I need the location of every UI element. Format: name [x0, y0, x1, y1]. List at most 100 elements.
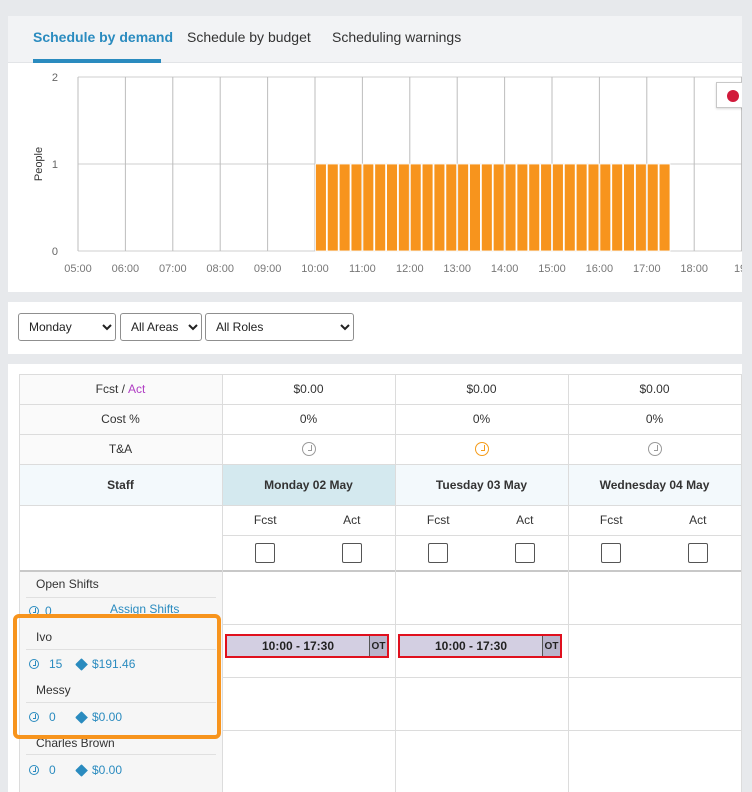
x-tick-label: 17:00 — [633, 263, 661, 275]
x-tick-label: 11:00 — [349, 263, 376, 275]
day-forecast-value: $0.00 — [639, 382, 670, 396]
demand-bar — [398, 163, 410, 252]
day-cost-percent: 0% — [299, 412, 318, 426]
staff-hours: 0 — [49, 710, 56, 724]
demand-bar — [374, 163, 387, 252]
fcst-checkbox[interactable] — [255, 543, 276, 563]
tab-scheduling-warnings[interactable]: Scheduling warnings — [332, 29, 461, 45]
day-cost-percent: 0% — [472, 412, 491, 426]
staff-name[interactable]: Ivo — [36, 630, 52, 644]
y-tick-label: 2 — [52, 72, 58, 84]
y-tick-label: 1 — [52, 159, 58, 171]
x-tick-label: 12:00 — [396, 263, 424, 275]
tab-schedule-by-budget[interactable]: Schedule by budget — [187, 29, 311, 45]
demand-bar — [540, 163, 552, 252]
ta-clock-icon[interactable] — [301, 442, 316, 456]
clock-icon — [29, 765, 39, 775]
staff-cost: $191.46 — [92, 657, 136, 671]
shift-block[interactable]: 10:00 - 17:30 OT — [225, 634, 389, 658]
tab-schedule-by-demand[interactable]: Schedule by demand — [33, 29, 173, 45]
x-tick-label: 15:00 — [538, 263, 566, 275]
x-tick-label: 08:00 — [206, 263, 234, 275]
x-tick-label: 05:00 — [64, 263, 92, 275]
fcst-checkbox[interactable] — [428, 543, 449, 563]
day-ta-status — [395, 434, 568, 464]
x-tick-label: 13:00 — [443, 263, 471, 275]
demand-bar — [492, 163, 505, 252]
x-tick-label: 18:00 — [680, 263, 708, 275]
shift-block[interactable]: 10:00 - 17:30 OT — [398, 634, 562, 658]
overtime-badge: OT — [542, 636, 560, 656]
x-tick-label: 14:00 — [491, 263, 519, 275]
tab-bar: Schedule by demand Schedule by budget Sc… — [8, 16, 742, 63]
demand-bar — [587, 163, 600, 252]
clock-icon — [29, 712, 39, 722]
act-column-label: Act — [689, 513, 707, 527]
demand-bar — [326, 163, 339, 252]
cost-label: Cost % — [101, 412, 140, 426]
demand-bar — [552, 163, 564, 252]
day-ta-status — [222, 434, 395, 464]
x-tick-label: 19: — [734, 263, 742, 275]
act-column-label: Act — [516, 513, 534, 527]
legend-marker — [727, 90, 739, 102]
act-label: Act — [128, 382, 146, 396]
fcst-checkbox[interactable] — [601, 543, 622, 563]
day-select[interactable]: MondayTuesdayWednesdayThursdayFridaySatu… — [18, 313, 116, 341]
x-tick-label: 10:00 — [301, 263, 329, 275]
fcst-label: Fcst / — [95, 382, 125, 396]
demand-bar — [516, 163, 529, 252]
ta-clock-icon[interactable] — [647, 442, 662, 456]
act-checkbox[interactable] — [341, 543, 362, 563]
staff-hours: 15 — [49, 657, 63, 671]
x-tick-label: 06:00 — [112, 263, 140, 275]
act-column-label: Act — [343, 513, 361, 527]
overtime-badge: OT — [369, 636, 387, 656]
ta-clock-icon[interactable] — [474, 442, 489, 456]
fcst-column-label: Fcst — [253, 513, 277, 527]
ta-label: T&A — [108, 442, 133, 456]
staff-stats: 15 $191.46 — [29, 657, 135, 671]
demand-bar — [611, 163, 624, 252]
demand-bar — [623, 163, 635, 252]
day-ta-status — [568, 434, 741, 464]
staff-name[interactable]: Messy — [36, 683, 71, 697]
act-checkbox[interactable] — [687, 543, 708, 563]
demand-bar — [599, 163, 612, 252]
demand-bar — [421, 163, 434, 252]
staff-stats: 0 $0.00 — [29, 763, 122, 777]
day-header-title: Tuesday 03 May — [435, 477, 528, 492]
demand-bar — [469, 163, 481, 252]
x-tick-label: 07:00 — [159, 263, 187, 275]
x-tick-label: 16:00 — [586, 263, 614, 275]
assign-shifts-link[interactable]: Assign Shifts — [110, 602, 179, 616]
chart-legend[interactable] — [716, 82, 742, 108]
staff-name[interactable]: Charles Brown — [36, 736, 115, 750]
demand-chart: 0 1 2 05:00 06:00 07:00 08:00 09:00 10:00 11:00 12… — [8, 63, 742, 292]
staff-hours: 0 — [49, 763, 56, 777]
demand-bar — [646, 163, 659, 252]
price-tag-icon — [75, 657, 88, 671]
open-shifts-hours: 0 — [29, 604, 52, 618]
clock-icon — [29, 659, 39, 669]
role-select[interactable]: All Roles — [205, 313, 354, 341]
fcst-column-label: Fcst — [599, 513, 623, 527]
y-axis-label: People — [33, 147, 45, 181]
fcst-act-label: Fcst / Act — [19, 374, 222, 404]
demand-bar — [504, 163, 517, 252]
demand-bar — [575, 163, 588, 252]
day-cost-percent: 0% — [645, 412, 664, 426]
shift-time: 10:00 - 17:30 — [261, 639, 335, 653]
act-checkbox[interactable] — [514, 543, 535, 563]
open-shifts-count: 0 — [45, 604, 52, 618]
area-select[interactable]: All Areas — [120, 313, 202, 341]
demand-bar — [386, 163, 398, 252]
staff-header: Staff — [107, 477, 134, 492]
demand-chart-svg: 0 1 2 05:00 06:00 07:00 08:00 09:00 10:00 11:00 12… — [33, 72, 742, 275]
fcst-column-label: Fcst — [426, 513, 450, 527]
demand-bar — [480, 163, 493, 252]
demand-bar — [528, 163, 541, 252]
open-shifts-label: Open Shifts — [36, 577, 99, 591]
day-header-title: Monday 02 May — [264, 477, 353, 492]
demand-bar — [338, 163, 351, 252]
